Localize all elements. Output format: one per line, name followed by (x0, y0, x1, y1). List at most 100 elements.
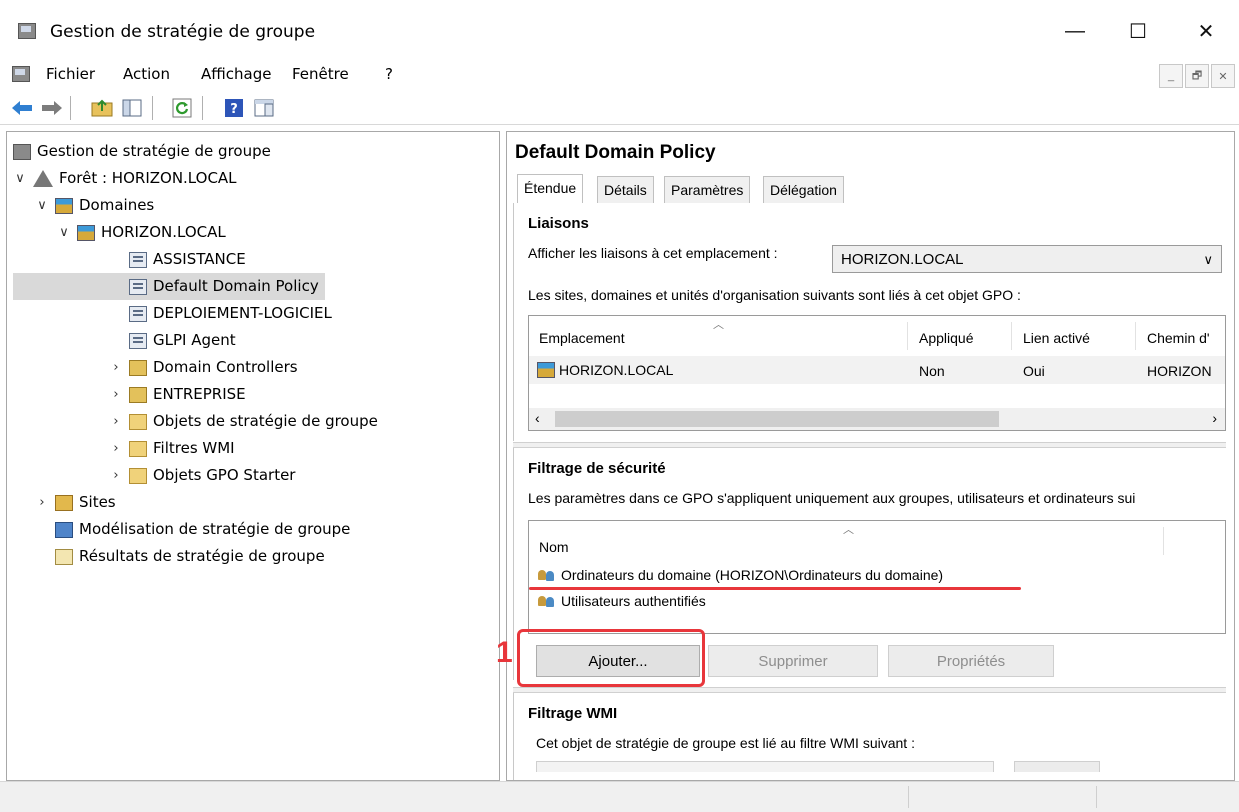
links-description: Les sites, domaines et unités d'organisa… (528, 287, 1021, 303)
chevron-down-icon[interactable]: ∨ (35, 192, 49, 219)
menu-fenetre[interactable]: Fenêtre (288, 62, 353, 86)
chevron-right-icon[interactable]: › (109, 462, 123, 489)
tree-node-label: Objets GPO Starter (153, 466, 296, 484)
status-bar (0, 781, 1239, 812)
col-lien-active[interactable]: Lien activé (1023, 330, 1090, 346)
gpo-icon (129, 305, 147, 322)
col-applique[interactable]: Appliqué (919, 330, 974, 346)
refresh-icon[interactable] (170, 96, 194, 120)
tree-node-label: Domain Controllers (153, 358, 298, 376)
domain-icon (77, 224, 95, 241)
step-number-annotation: 1 (496, 636, 513, 669)
show-hide-tree-icon[interactable] (120, 96, 144, 120)
tree-node[interactable]: Modélisation de stratégie de groupe (13, 516, 356, 543)
console-tree-icon[interactable] (252, 96, 276, 120)
tree-node-label: Gestion de stratégie de groupe (37, 142, 271, 160)
sort-arrow-icon: ︿ (713, 319, 724, 331)
folder-icon (129, 467, 147, 484)
chevron-right-icon[interactable]: › (35, 489, 49, 516)
col-emplacement[interactable]: Emplacement (539, 330, 625, 346)
wmi-open-button[interactable] (1014, 761, 1100, 772)
tree-node[interactable]: Gestion de stratégie de groupe (13, 138, 277, 165)
close-button[interactable]: ✕ (1178, 14, 1234, 48)
tree-nodes: Gestion de stratégie de groupe ∨ Forêt : H… (13, 138, 493, 570)
tree-node[interactable]: › Objets de stratégie de groupe (13, 408, 384, 435)
security-heading: Filtrage de sécurité (528, 460, 666, 477)
tree-node[interactable]: GLPI Agent (13, 327, 242, 354)
forward-icon[interactable] (40, 96, 64, 120)
tree-node[interactable]: Résultats de stratégie de groupe (13, 543, 331, 570)
menu-help[interactable]: ? (381, 62, 397, 86)
tree-node[interactable]: ∨ Forêt : HORIZON.LOCAL (13, 165, 243, 192)
chevron-right-icon[interactable]: › (109, 435, 123, 462)
console-icon (13, 143, 31, 160)
scroll-left-icon[interactable]: ‹ (535, 410, 540, 426)
tab-etendue[interactable]: Étendue (517, 174, 584, 204)
toolbar-separator (152, 96, 153, 120)
group-icon (537, 594, 557, 610)
row-location: HORIZON.LOCAL (559, 362, 674, 378)
menu-fichier[interactable]: Fichier (42, 62, 99, 86)
minimize-button[interactable]: — (1047, 14, 1103, 48)
red-highlight-box (517, 629, 705, 687)
links-location-combo[interactable]: HORIZON.LOCAL ∨ (832, 245, 1222, 273)
tree-node[interactable]: ∨ Domaines (13, 192, 160, 219)
mdi-close-button[interactable]: ✕ (1211, 64, 1235, 88)
chevron-down-icon[interactable]: ∨ (57, 219, 71, 246)
tree-node[interactable]: ∨ HORIZON.LOCAL (13, 219, 232, 246)
tree-node[interactable]: › Domain Controllers (13, 354, 304, 381)
table-row[interactable]: HORIZON.LOCAL Non Oui HORIZON (529, 356, 1225, 384)
wmi-section: Filtrage WMI Cet objet de stratégie de g… (513, 693, 1227, 780)
links-location-value: HORIZON.LOCAL (841, 251, 964, 268)
chevron-right-icon[interactable]: › (109, 408, 123, 435)
col-nom[interactable]: Nom (539, 539, 569, 555)
tree-node[interactable]: ASSISTANCE (13, 246, 252, 273)
window-title: Gestion de stratégie de groupe (50, 22, 316, 42)
tree-node[interactable]: › Objets GPO Starter (13, 462, 301, 489)
up-folder-icon[interactable] (90, 96, 114, 120)
chevron-right-icon[interactable]: › (109, 354, 123, 381)
scrollbar-thumb[interactable] (555, 411, 999, 427)
tree-node-label: HORIZON.LOCAL (101, 223, 226, 241)
red-underline-annotation (529, 587, 1021, 590)
toolbar-separator (70, 96, 71, 120)
wmi-description: Cet objet de stratégie de groupe est lié… (536, 735, 915, 751)
maximize-button[interactable]: ☐ (1110, 14, 1166, 48)
tree-node[interactable]: › Sites (13, 489, 122, 516)
menu-action[interactable]: Action (119, 62, 174, 86)
mdi-minimize-button[interactable]: _ (1159, 64, 1183, 88)
group-icon (537, 568, 557, 584)
remove-button[interactable]: Supprimer (708, 645, 878, 677)
back-icon[interactable] (10, 96, 34, 120)
console-tree: Gestion de stratégie de groupe ∨ Forêt : H… (6, 131, 500, 781)
tree-node[interactable]: Default Domain Policy (13, 273, 325, 300)
menu-affichage[interactable]: Affichage (197, 62, 275, 86)
chevron-down-icon[interactable]: ∨ (13, 165, 27, 192)
tab-delegation[interactable]: Délégation (763, 176, 844, 204)
list-item[interactable]: Utilisateurs authentifiés (537, 593, 706, 610)
horizontal-scrollbar[interactable]: ‹ › (529, 408, 1225, 430)
tree-node[interactable]: › Filtres WMI (13, 435, 241, 462)
security-description: Les paramètres dans ce GPO s'appliquent … (528, 490, 1136, 506)
properties-button[interactable]: Propriétés (888, 645, 1054, 677)
security-list[interactable]: ︿ Nom Ordinateurs du domaine (HORIZON\Or… (528, 520, 1226, 634)
mdi-restore-button[interactable]: 🗗 (1185, 64, 1209, 88)
chevron-down-icon: ∨ (1203, 252, 1213, 267)
chevron-right-icon[interactable]: › (109, 381, 123, 408)
scroll-right-icon[interactable]: › (1212, 410, 1217, 426)
gpo-icon (129, 278, 147, 295)
help-icon[interactable]: ? (222, 96, 246, 120)
tree-node[interactable]: DEPLOIEMENT-LOGICIEL (13, 300, 338, 327)
col-chemin[interactable]: Chemin d' (1147, 330, 1210, 346)
links-list[interactable]: ︿ Emplacement Appliqué Lien activé Chemi… (528, 315, 1226, 431)
tree-node-label: Filtres WMI (153, 439, 235, 457)
tab-details[interactable]: Détails (597, 176, 654, 204)
wmi-filter-combo[interactable] (536, 761, 994, 772)
title-bar: Gestion de stratégie de groupe — ☐ ✕ (0, 0, 1239, 62)
system-menu-icon[interactable] (12, 66, 30, 82)
wmi-heading: Filtrage WMI (528, 705, 618, 722)
tree-node-label: Modélisation de stratégie de groupe (79, 520, 351, 538)
list-item[interactable]: Ordinateurs du domaine (HORIZON\Ordinate… (537, 567, 943, 584)
tree-node[interactable]: › ENTREPRISE (13, 381, 252, 408)
tab-parametres[interactable]: Paramètres (664, 176, 751, 204)
